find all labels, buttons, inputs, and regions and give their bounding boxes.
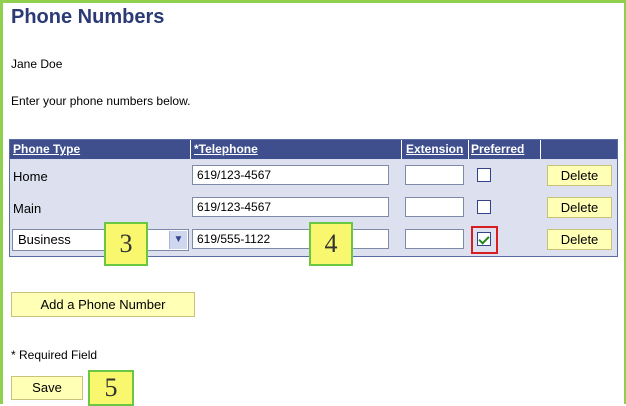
table-row: Home 619/123-4567 Delete [10,160,617,192]
header-telephone[interactable]: *Telephone [194,140,258,159]
header-divider [468,140,469,159]
extension-field[interactable] [405,197,464,217]
phone-type-label: Home [13,169,48,184]
frame-top-border [0,0,626,3]
phone-type-selected-value: Business [18,232,71,247]
frame-left-border [0,0,3,404]
chevron-down-icon[interactable]: ▼ [169,231,187,249]
header-divider [540,140,541,159]
header-preferred[interactable]: Preferred [471,140,524,159]
highlight-box [471,226,498,254]
delete-button[interactable]: Delete [547,197,612,218]
phone-type-label: Main [13,201,42,216]
page-title: Phone Numbers [11,6,165,28]
table-header: Phone Type *Telephone Extension Preferre… [10,140,617,159]
callout-3: 3 [104,222,148,266]
callout-4: 4 [309,222,353,266]
delete-button[interactable]: Delete [547,165,612,186]
table-row: Main 619/123-4567 Delete [10,192,617,224]
delete-button[interactable]: Delete [547,229,612,250]
callout-5: 5 [88,370,134,406]
add-phone-number-button[interactable]: Add a Phone Number [11,292,195,317]
required-field-note: * Required Field [11,348,98,362]
telephone-field[interactable]: 619/555-1122 [192,229,389,249]
header-extension[interactable]: Extension [406,140,463,159]
header-divider [401,140,402,159]
header-divider [190,140,191,159]
telephone-field[interactable]: 619/123-4567 [192,197,389,217]
telephone-field[interactable]: 619/123-4567 [192,165,389,185]
extension-field[interactable] [405,229,464,249]
header-phone-type[interactable]: Phone Type [13,140,80,159]
preferred-checkbox[interactable] [477,200,491,214]
instruction-text: Enter your phone numbers below. [11,94,191,108]
phone-type-select[interactable]: Business ▼ [12,229,189,251]
extension-field[interactable] [405,165,464,185]
preferred-checkbox[interactable] [477,168,491,182]
person-name: Jane Doe [11,57,63,71]
save-button[interactable]: Save [11,376,83,400]
